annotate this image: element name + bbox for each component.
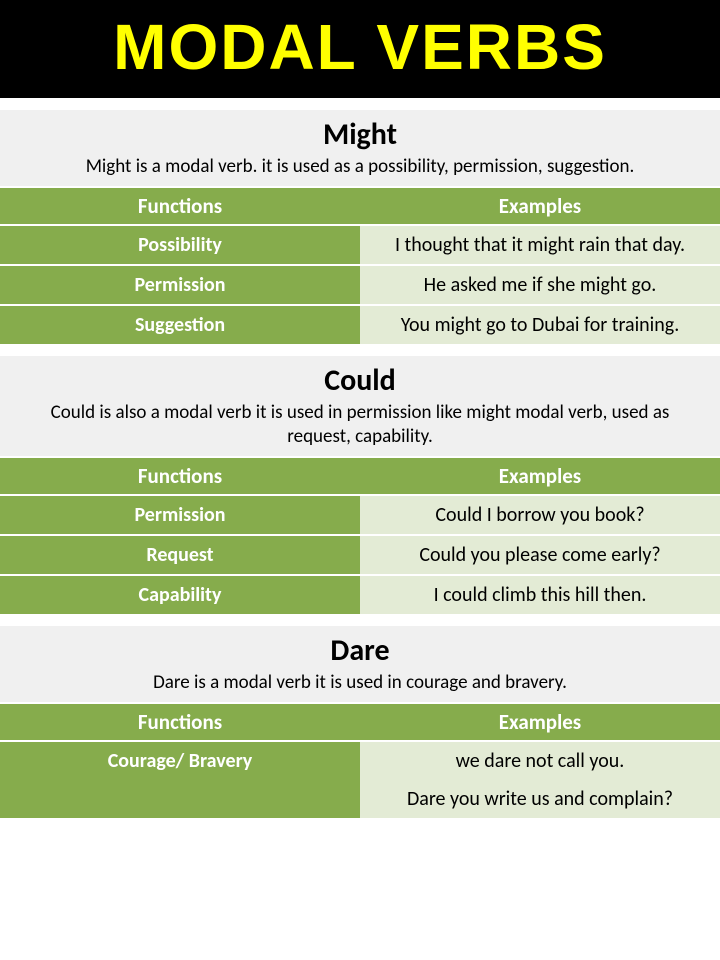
function-cell: Possibility xyxy=(0,225,360,265)
table-row: Courage/ Bravery we dare not call you. xyxy=(0,741,720,780)
section-description: Might is a modal verb. it is used as a p… xyxy=(18,155,702,180)
example-cell: You might go to Dubai for training. xyxy=(360,305,720,344)
table-header-row: Functions Examples xyxy=(0,703,720,741)
header-functions: Functions xyxy=(0,187,360,225)
table-dare: Functions Examples Courage/ Bravery we d… xyxy=(0,702,720,818)
page-title: MODAL VERBS xyxy=(0,0,720,98)
table-header-row: Functions Examples xyxy=(0,457,720,495)
section-heading: Dare xyxy=(0,632,720,669)
header-examples: Examples xyxy=(360,187,720,225)
header-examples: Examples xyxy=(360,703,720,741)
section-description: Could is also a modal verb it is used in… xyxy=(18,401,702,450)
table-row: Capability I could climb this hill then. xyxy=(0,575,720,614)
example-cell: Dare you write us and complain? xyxy=(360,780,720,818)
function-cell: Suggestion xyxy=(0,305,360,344)
example-cell: Could you please come early? xyxy=(360,535,720,575)
header-examples: Examples xyxy=(360,457,720,495)
table-row: Suggestion You might go to Dubai for tra… xyxy=(0,305,720,344)
table-could: Functions Examples Permission Could I bo… xyxy=(0,456,720,614)
example-cell: I could climb this hill then. xyxy=(360,575,720,614)
example-cell: Could I borrow you book? xyxy=(360,495,720,535)
table-row: Permission Could I borrow you book? xyxy=(0,495,720,535)
section-description: Dare is a modal verb it is used in coura… xyxy=(18,671,702,696)
section-might: Might Might is a modal verb. it is used … xyxy=(0,110,720,344)
table-might: Functions Examples Possibility I thought… xyxy=(0,186,720,344)
example-cell: I thought that it might rain that day. xyxy=(360,225,720,265)
table-row: Request Could you please come early? xyxy=(0,535,720,575)
header-functions: Functions xyxy=(0,703,360,741)
function-cell xyxy=(0,780,360,818)
table-row: Permission He asked me if she might go. xyxy=(0,265,720,305)
function-cell: Request xyxy=(0,535,360,575)
table-row: Dare you write us and complain? xyxy=(0,780,720,818)
function-cell: Permission xyxy=(0,495,360,535)
function-cell: Permission xyxy=(0,265,360,305)
section-could: Could Could is also a modal verb it is u… xyxy=(0,356,720,614)
function-cell: Capability xyxy=(0,575,360,614)
table-header-row: Functions Examples xyxy=(0,187,720,225)
function-cell: Courage/ Bravery xyxy=(0,741,360,780)
section-heading: Might xyxy=(0,116,720,153)
header-functions: Functions xyxy=(0,457,360,495)
example-cell: we dare not call you. xyxy=(360,741,720,780)
section-heading: Could xyxy=(0,362,720,399)
section-dare: Dare Dare is a modal verb it is used in … xyxy=(0,626,720,818)
table-row: Possibility I thought that it might rain… xyxy=(0,225,720,265)
example-cell: He asked me if she might go. xyxy=(360,265,720,305)
